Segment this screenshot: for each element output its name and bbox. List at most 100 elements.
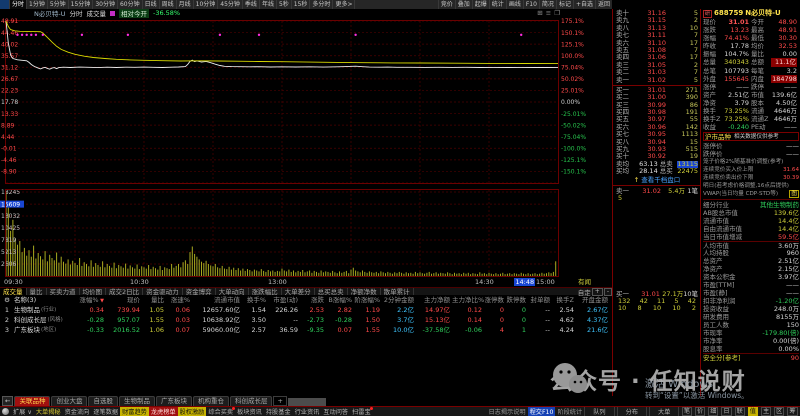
indicator-tab[interactable]: 散单累计 [381,288,414,296]
mini-view-button[interactable]: 主 [760,407,772,416]
tabs-back-button[interactable]: ← [2,396,14,406]
list-view-icon[interactable]: ≡ [546,9,551,17]
toolbar-button[interactable]: 画线 [505,0,523,9]
expand-button[interactable]: 扩展 ∨ [11,407,34,416]
table-row[interactable]: 3 广东板块 (地区) -0.33 2016.52 1.06 0.07 59060.00亿 2.… [0,325,612,335]
table-row[interactable]: 1 生物制品 (行业) 0.34 739.94 1.05 0.06 12657.60亿 1.54… [0,305,612,315]
period-menu-item[interactable]: 季线 [243,0,260,9]
column-header[interactable]: 量比 [142,296,166,305]
toolbar-button[interactable]: 标记 [555,0,573,9]
statusbar-item[interactable]: 资金流向 [63,407,92,416]
view-toggle[interactable]: 队列 [584,407,615,416]
mini-view-button[interactable]: 细 [708,407,719,416]
column-header[interactable]: 现价 [106,296,142,305]
statusbar-item[interactable]: 综合买卖 [206,407,235,416]
page-tab[interactable]: 创业大盘 [51,396,88,406]
mini-view-button[interactable]: 筹 [787,407,798,416]
level2-depth-link[interactable]: ↑ 查看千档盘口 [616,176,698,184]
page-tab[interactable]: 自选股 [88,396,118,406]
statusbar-item[interactable]: 板块资讯 [235,407,264,416]
toolbar-button[interactable]: +自选 [572,0,595,9]
zoom-out-button[interactable]: - [603,287,612,296]
page-tab[interactable]: 机构重仓 [192,396,229,406]
period-menu-item[interactable]: 15分钟 [69,0,94,9]
statusbar-item[interactable]: 扫雷宝 [350,407,373,416]
indicator-tab[interactable]: 涨跌幅比 [249,288,282,296]
column-header[interactable]: 换手% [242,296,268,305]
page-tab[interactable]: 生物制品 [118,396,155,406]
statusbar-item[interactable]: 股权激励 [177,407,207,416]
toolbar-button[interactable]: F10 [522,0,539,9]
period-menu-item[interactable]: 1分钟 [27,0,48,9]
indicator-tab[interactable]: 大单差分 [282,288,315,296]
view-toggle[interactable]: 大单 [648,407,680,416]
column-header[interactable]: 阶涨幅% [354,296,382,305]
toolbar-button[interactable]: 简况 [538,0,556,9]
statusbar-item[interactable]: 大单揭秘 [34,407,63,416]
indicator-tab[interactable]: 净额净数 [348,288,381,296]
maximize-icon[interactable]: ❐ [554,9,560,17]
period-menu-item[interactable]: 年线 [260,0,277,9]
period-menu-item[interactable]: 更多> [333,0,356,9]
column-header[interactable]: 换手Z [552,296,576,305]
column-header[interactable]: 封单额 [528,296,552,305]
statusbar-item[interactable]: 互动问答 [321,407,350,416]
zoom-in-button[interactable]: + [591,287,603,296]
indicator-tab[interactable]: 成交量 [0,288,27,296]
mini-view-button[interactable]: 区 [774,407,785,416]
period-menu-item[interactable]: 60分钟 [118,0,143,9]
column-header-name[interactable]: 名称(3) [14,296,78,305]
sell-level-row[interactable]: 卖一 31.02 5 [616,76,698,84]
indicator-tab[interactable]: 资金博弈 [183,288,216,296]
table-row[interactable]: 2 科创成长层 (风格) -0.28 957.07 1.55 0.03 10638.92亿 3.… [0,315,612,325]
tab-scroll-handle[interactable] [287,398,326,406]
mini-view-button[interactable]: 日 [721,407,732,416]
mini-view-button[interactable]: 联 [734,407,745,416]
column-header[interactable]: 开盘金额 [576,296,610,305]
column-header[interactable]: 市盈(动) [268,296,300,305]
indicator-tab[interactable]: 均价图 [80,288,106,296]
add-tab-button[interactable]: + [273,396,287,406]
view-toggle[interactable]: 分布 [616,407,647,416]
column-header[interactable]: 涨速% [166,296,192,305]
period-menu-item[interactable]: 45分钟 [218,0,243,9]
column-header[interactable]: 涨幅% ▼ [78,296,106,306]
toolbar-button[interactable]: 返回 [594,0,612,9]
period-menu-item[interactable]: 15秒 [292,0,311,9]
statusbar-item[interactable]: 龙虎榜单 [148,407,178,416]
toolbar-button[interactable]: 叠加 [454,0,472,9]
indicator-tab[interactable]: 总买总卖 [315,288,348,296]
indicator-tab[interactable]: 量比 [27,288,47,296]
research-report-badge[interactable]: 研 [703,9,713,18]
stage-stats-button[interactable]: 阶段统计 [557,407,582,416]
sim-trade-f10-button[interactable]: 程交F10 [527,407,556,416]
page-tab[interactable]: 关联品种 [14,396,51,406]
column-header[interactable]: 涨停数 [484,296,506,305]
gear-icon[interactable]: ⚙ [0,296,14,305]
page-tab[interactable]: 广东板块 [155,396,192,406]
period-menu-item[interactable]: 5秒 [277,0,292,9]
app-logo[interactable] [2,408,9,415]
period-menu-item[interactable]: 5分钟 [48,0,69,9]
column-header[interactable]: 流通市值 [192,296,242,305]
indicator-tab[interactable]: 资金驱动力 [143,288,183,296]
column-header[interactable]: 主力净额 [416,296,452,305]
period-menu-item[interactable]: 月线 [177,0,194,9]
period-menu-item[interactable]: 日线 [143,0,160,9]
period-menu-item[interactable]: 周线 [160,0,177,9]
page-tab[interactable]: 科创成长层 [229,396,273,406]
mini-view-button[interactable]: 笔 [681,407,692,416]
period-menu-item[interactable]: 10分钟 [194,0,219,9]
mini-view-button[interactable]: 值 [747,407,758,416]
column-header[interactable]: 跌停数 [506,296,528,305]
period-menu-item[interactable]: 分时 [10,0,28,9]
column-header[interactable]: 2分钟金额 [382,296,416,305]
column-header[interactable]: 主力净比% [452,296,484,305]
period-menu-item[interactable]: 30分钟 [93,0,118,9]
intraday-price-chart[interactable]: 48.9144.4640.0235.5731.1226.6722.2317.78… [0,17,612,187]
period-menu-item[interactable]: 多分时 [310,0,334,9]
axis-extra-button[interactable]: 有闻 [578,278,591,286]
statusbar-item[interactable]: 逐笔数据 [91,407,120,416]
zoom-preset-label[interactable]: 自定 [578,287,591,297]
indicator-tab[interactable]: 成交2日比 [106,288,144,296]
